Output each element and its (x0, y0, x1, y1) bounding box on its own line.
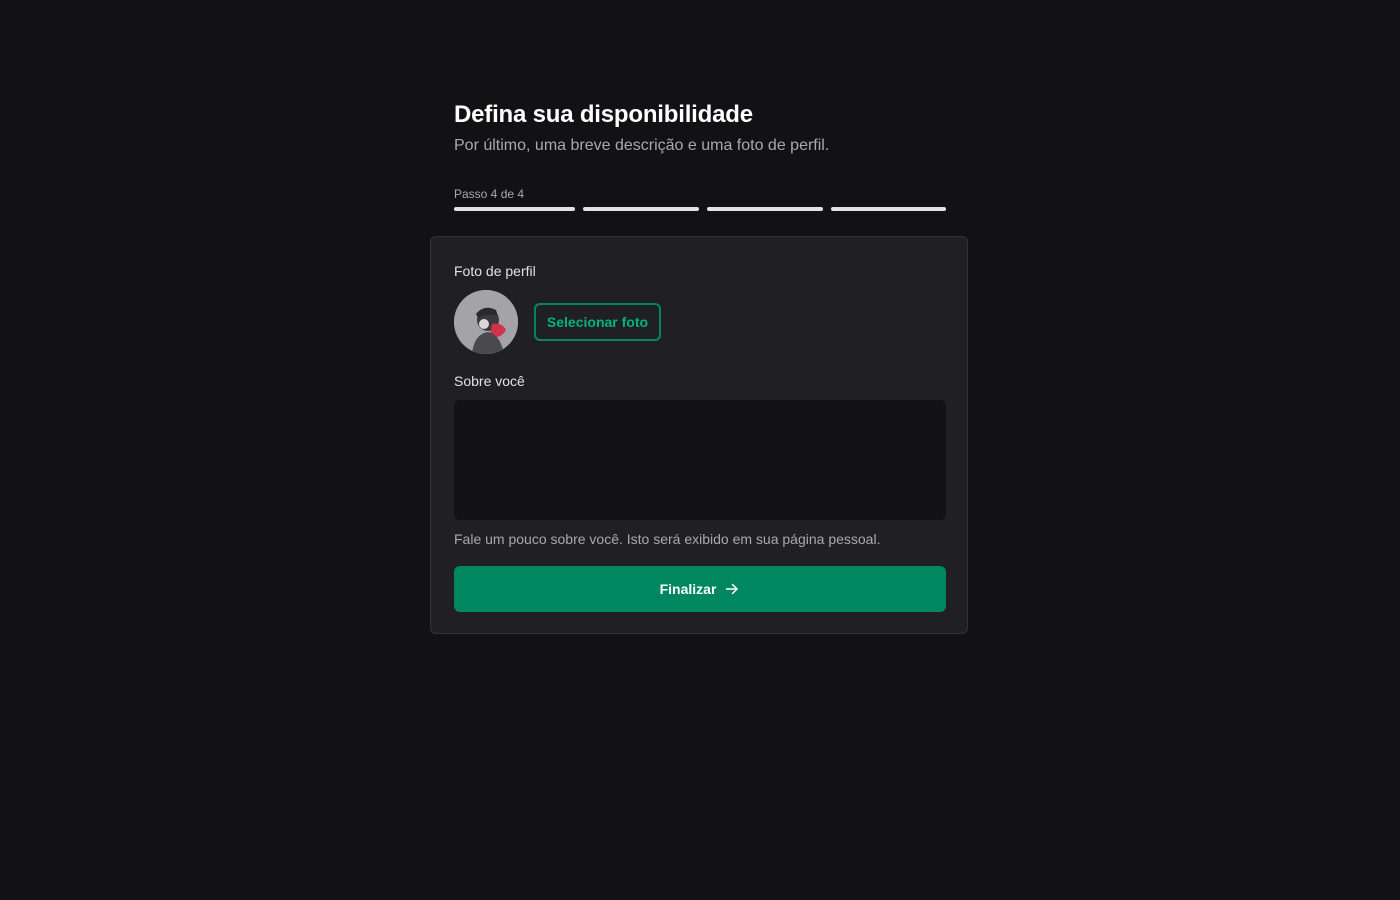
finish-button[interactable]: Finalizar (454, 566, 946, 612)
about-helper-text: Fale um pouco sobre você. Isto será exib… (454, 531, 881, 547)
about-textarea[interactable] (454, 400, 946, 520)
page-title: Defina sua disponibilidade (454, 101, 753, 128)
about-label: Sobre você (454, 373, 525, 389)
select-photo-button[interactable]: Selecionar foto (534, 303, 661, 341)
page-subtitle: Por último, uma breve descrição e uma fo… (454, 137, 830, 154)
photo-label: Foto de perfil (454, 263, 536, 279)
step-bar-2 (583, 207, 699, 211)
onboarding-page: Defina sua disponibilidade Por último, u… (0, 0, 1400, 900)
step-bar-3 (707, 207, 823, 211)
step-progress (454, 207, 946, 211)
step-label: Passo 4 de 4 (454, 187, 525, 201)
profile-form-card: Foto de perfil Selecionar foto Sobre voc… (430, 236, 968, 634)
avatar (454, 290, 518, 354)
step-bar-4 (831, 207, 946, 211)
step-bar-1 (454, 207, 575, 211)
avatar-image (454, 290, 518, 354)
finish-button-label: Finalizar (659, 581, 717, 597)
arrow-right-icon (726, 583, 739, 595)
page-header: Defina sua disponibilidade Por último, u… (454, 100, 946, 158)
